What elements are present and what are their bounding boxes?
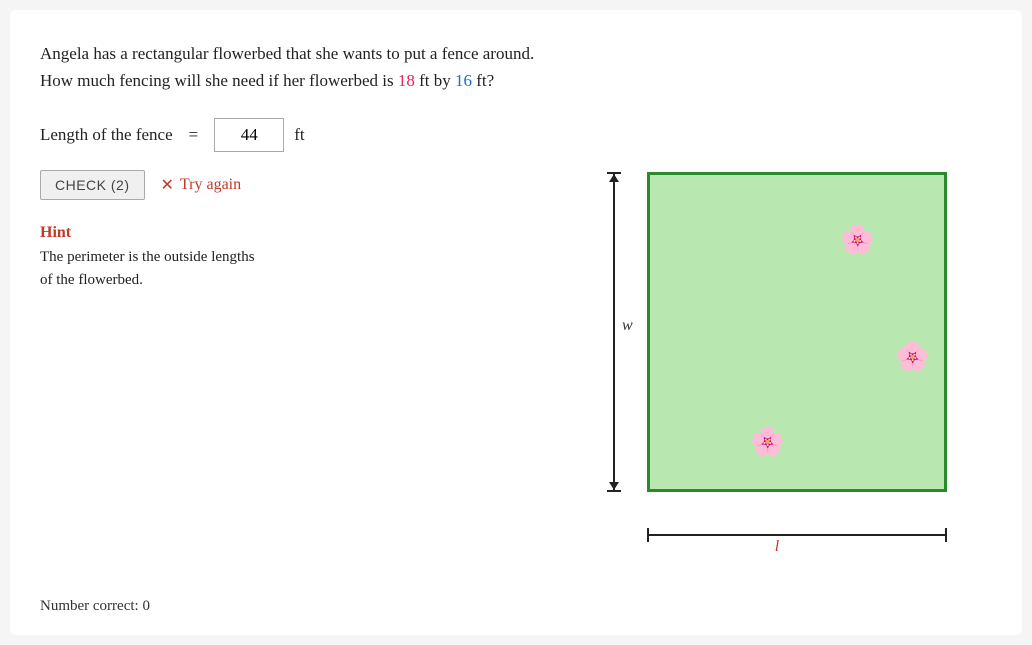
hint-line1: The perimeter is the outside lengths — [40, 249, 255, 265]
main-area: Length of the fence = ft CHECK (2) ✕ Try… — [40, 118, 992, 586]
main-container: Angela has a rectangular flowerbed that … — [10, 10, 1022, 635]
check-row: CHECK (2) ✕ Try again — [40, 170, 562, 200]
dimension2: 16 — [455, 71, 472, 90]
width-arrow — [607, 172, 621, 492]
hint-text: The perimeter is the outside lengths of … — [40, 246, 360, 291]
flower-2: 🌸 — [895, 340, 930, 374]
x-mark: ✕ — [161, 175, 174, 195]
dim-separator: ft by — [415, 71, 455, 90]
w-label: w — [622, 317, 633, 335]
problem-line2-suffix: ft? — [472, 71, 494, 90]
flower-1: 🌸 — [840, 223, 875, 257]
diagram: w 🌸 🌸 🌸 l — [587, 152, 967, 552]
problem-text: Angela has a rectangular flowerbed that … — [40, 40, 992, 94]
arrow-line-h — [649, 534, 945, 536]
dimension1: 18 — [398, 71, 415, 90]
try-again: ✕ Try again — [161, 175, 242, 195]
arrow-line-v — [613, 174, 615, 490]
number-correct: Number correct: 0 — [40, 586, 992, 615]
fence-label: Length of the fence — [40, 125, 173, 145]
fence-input[interactable] — [214, 118, 284, 152]
l-label: l — [775, 538, 779, 556]
hint-line2: of the flowerbed. — [40, 272, 143, 288]
problem-line1: Angela has a rectangular flowerbed that … — [40, 44, 534, 63]
length-arrow — [647, 528, 947, 542]
equals-sign: = — [189, 125, 199, 145]
hint-title: Hint — [40, 224, 562, 242]
problem-line2-prefix: How much fencing will she need if her fl… — [40, 71, 398, 90]
right-panel: w 🌸 🌸 🌸 l — [562, 118, 992, 586]
try-again-text: Try again — [180, 176, 241, 194]
fence-row: Length of the fence = ft — [40, 118, 562, 152]
left-panel: Length of the fence = ft CHECK (2) ✕ Try… — [40, 118, 562, 586]
width-cap-bottom — [607, 490, 621, 492]
length-cap-right — [945, 528, 947, 542]
flower-3: 🌸 — [750, 425, 785, 459]
check-button[interactable]: CHECK (2) — [40, 170, 145, 200]
flowerbed: 🌸 🌸 🌸 — [647, 172, 947, 492]
hint-section: Hint The perimeter is the outside length… — [40, 224, 562, 291]
ft-label: ft — [294, 125, 304, 145]
